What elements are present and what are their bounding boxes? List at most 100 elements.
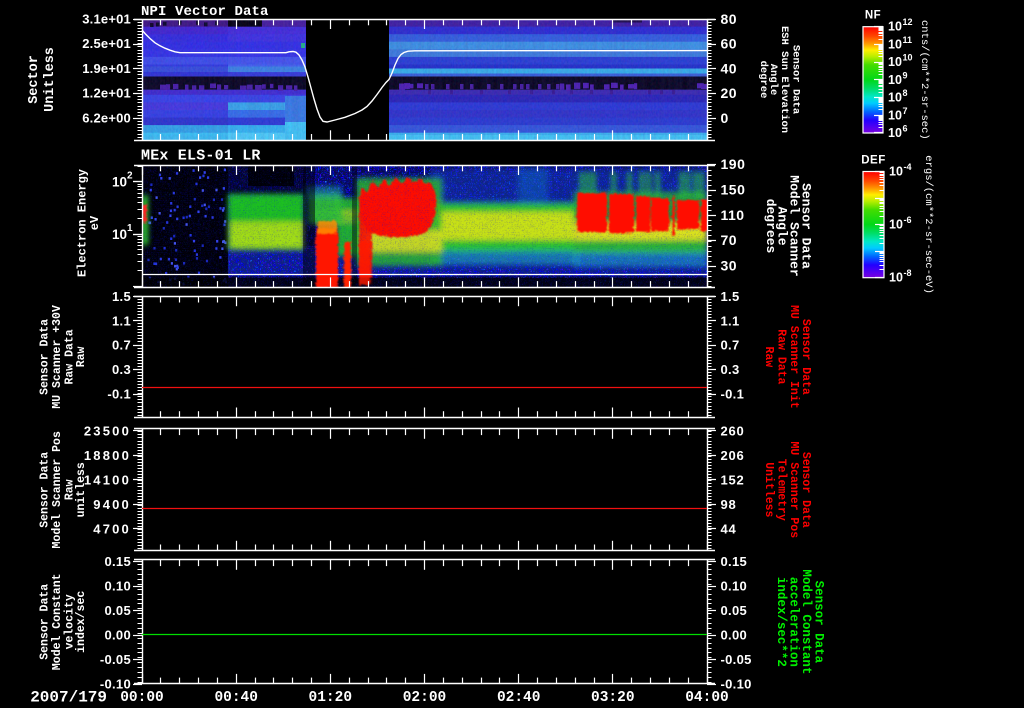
- svg-text:-0.1: -0.1: [721, 387, 745, 402]
- svg-text:1.9e+01: 1.9e+01: [82, 61, 131, 76]
- svg-text:0: 0: [721, 110, 729, 126]
- svg-text:150: 150: [721, 182, 746, 198]
- svg-text:-6: -6: [904, 215, 912, 225]
- svg-text:Telemetry: Telemetry: [775, 459, 788, 521]
- svg-text:cnts/(cm**2-sr-sec): cnts/(cm**2-sr-sec): [918, 20, 930, 140]
- svg-text:10: 10: [903, 53, 913, 63]
- svg-text:MU Scanner Init: MU Scanner Init: [787, 305, 800, 409]
- svg-text:110: 110: [721, 207, 745, 223]
- svg-text:60: 60: [721, 36, 738, 52]
- svg-text:0.7: 0.7: [721, 338, 740, 353]
- svg-text:03:20: 03:20: [591, 690, 635, 706]
- svg-text:Raw Data: Raw Data: [775, 329, 788, 384]
- svg-text:Sensor Data: Sensor Data: [39, 319, 52, 395]
- svg-text:10: 10: [888, 91, 902, 105]
- svg-text:2: 2: [127, 171, 133, 182]
- svg-text:9400: 9400: [93, 497, 131, 512]
- svg-text:23500: 23500: [84, 423, 131, 438]
- svg-text:DEF: DEF: [861, 155, 886, 167]
- svg-text:Sensor Data: Sensor Data: [39, 452, 52, 528]
- svg-text:Sensor Data: Sensor Data: [790, 45, 802, 115]
- svg-text:14100: 14100: [84, 472, 131, 487]
- svg-text:-8: -8: [904, 268, 912, 278]
- svg-text:-0.1: -0.1: [107, 387, 131, 402]
- svg-text:4700: 4700: [93, 521, 131, 536]
- svg-text:0.05: 0.05: [104, 603, 131, 618]
- svg-text:80: 80: [721, 11, 738, 27]
- svg-text:01:20: 01:20: [309, 690, 353, 706]
- svg-text:0.10: 0.10: [721, 579, 748, 594]
- svg-text:10: 10: [112, 227, 127, 242]
- svg-text:eV: eV: [88, 215, 102, 230]
- svg-text:NF: NF: [865, 10, 881, 22]
- svg-text:Unitless: Unitless: [43, 47, 58, 112]
- svg-text:-0.05: -0.05: [721, 652, 752, 667]
- svg-text:7: 7: [903, 106, 908, 116]
- svg-text:1.5: 1.5: [112, 289, 131, 304]
- svg-text:152: 152: [721, 472, 745, 487]
- svg-text:02:00: 02:00: [403, 690, 447, 706]
- svg-text:-0.05: -0.05: [100, 652, 131, 667]
- svg-text:0.15: 0.15: [104, 554, 131, 569]
- svg-text:0.3: 0.3: [721, 362, 740, 377]
- svg-text:0.00: 0.00: [721, 628, 748, 643]
- svg-text:12: 12: [903, 17, 913, 27]
- svg-text:8: 8: [903, 88, 908, 98]
- svg-text:MEx ELS-01 LR: MEx ELS-01 LR: [141, 148, 261, 165]
- svg-text:2.5e+01: 2.5e+01: [82, 36, 131, 51]
- svg-text:0.05: 0.05: [721, 603, 748, 618]
- svg-text:Raw: Raw: [762, 346, 775, 367]
- svg-text:unitless: unitless: [75, 462, 88, 517]
- svg-text:0.15: 0.15: [721, 554, 748, 569]
- svg-text:0.00: 0.00: [104, 628, 131, 643]
- svg-text:-4: -4: [904, 162, 912, 172]
- svg-text:20: 20: [721, 85, 738, 101]
- svg-text:0.3: 0.3: [112, 362, 131, 377]
- svg-text:44: 44: [721, 521, 737, 536]
- svg-text:10: 10: [888, 37, 902, 51]
- svg-text:40: 40: [721, 60, 738, 76]
- svg-text:10: 10: [112, 175, 127, 190]
- svg-text:11: 11: [903, 35, 913, 45]
- svg-text:10: 10: [888, 20, 902, 34]
- svg-text:MU Scanner Pos: MU Scanner Pos: [787, 441, 800, 538]
- svg-text:10: 10: [888, 73, 902, 87]
- svg-text:Model Constant: Model Constant: [51, 573, 64, 670]
- svg-text:index/sec**2: index/sec**2: [774, 577, 788, 667]
- svg-text:Model Scanner Pos: Model Scanner Pos: [51, 431, 64, 548]
- svg-text:1: 1: [127, 223, 133, 234]
- svg-text:index/sec: index/sec: [75, 591, 88, 653]
- svg-text:NPI Vector Data: NPI Vector Data: [141, 4, 269, 20]
- svg-text:02:40: 02:40: [497, 690, 541, 706]
- svg-text:260: 260: [721, 423, 745, 438]
- svg-text:1.1: 1.1: [721, 313, 740, 328]
- svg-text:10: 10: [889, 165, 903, 179]
- svg-text:04:00: 04:00: [685, 690, 729, 706]
- svg-text:10: 10: [889, 218, 903, 232]
- svg-text:10: 10: [888, 108, 902, 122]
- svg-text:6: 6: [903, 124, 908, 134]
- svg-text:00:00: 00:00: [120, 690, 164, 706]
- svg-text:Sector: Sector: [27, 55, 42, 104]
- svg-text:ergs/(cm**2-sr-sec-eV): ergs/(cm**2-sr-sec-eV): [922, 155, 934, 294]
- svg-text:degrees: degrees: [763, 199, 778, 254]
- svg-text:18800: 18800: [84, 448, 131, 463]
- svg-text:1.1: 1.1: [112, 313, 131, 328]
- svg-text:206: 206: [721, 448, 745, 463]
- svg-text:98: 98: [721, 497, 737, 512]
- svg-text:0.7: 0.7: [112, 338, 131, 353]
- svg-text:Sensor Data: Sensor Data: [39, 584, 52, 660]
- svg-text:Raw: Raw: [75, 346, 88, 367]
- svg-text:3.1e+01: 3.1e+01: [82, 12, 131, 27]
- svg-text:1.5: 1.5: [721, 289, 740, 304]
- svg-text:00:40: 00:40: [214, 690, 258, 706]
- svg-text:190: 190: [721, 156, 746, 172]
- svg-text:10: 10: [888, 126, 902, 140]
- svg-text:70: 70: [721, 232, 738, 248]
- svg-text:30: 30: [721, 258, 738, 274]
- svg-text:degree: degree: [757, 61, 769, 99]
- svg-text:9: 9: [903, 70, 908, 80]
- svg-text:Unitless: Unitless: [762, 462, 775, 517]
- svg-text:10: 10: [889, 271, 903, 285]
- svg-text:1.2e+01: 1.2e+01: [82, 86, 131, 101]
